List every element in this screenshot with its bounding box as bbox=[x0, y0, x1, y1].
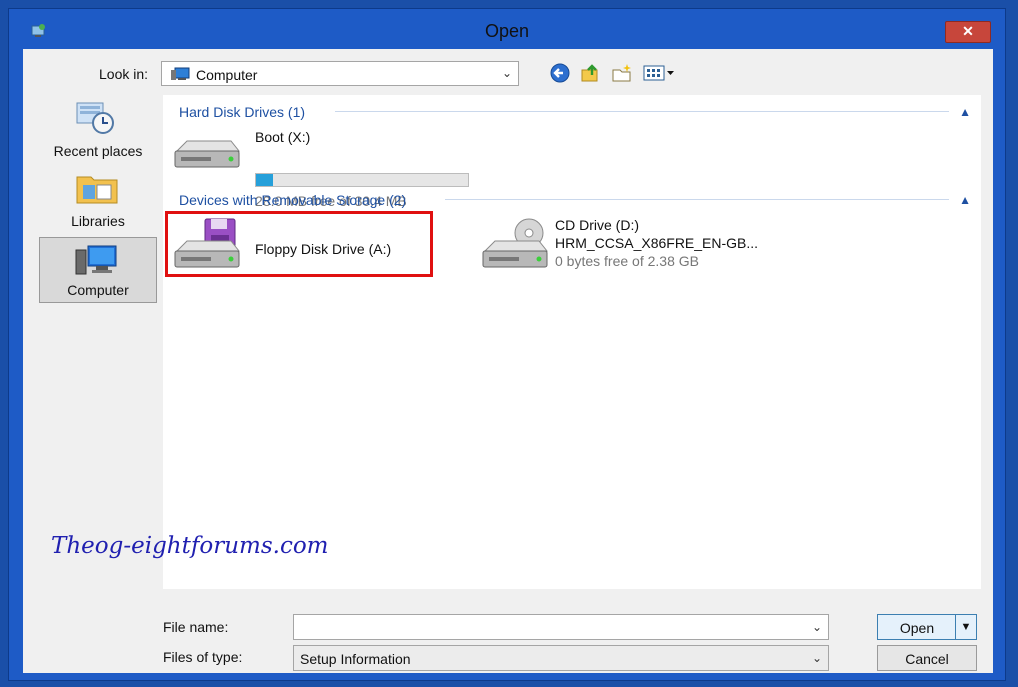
close-icon: ✕ bbox=[962, 23, 974, 39]
place-label: Recent places bbox=[53, 143, 143, 159]
title-bar: Open ✕ bbox=[9, 9, 1005, 49]
group-header-removable[interactable]: Devices with Removable Storage (2) bbox=[179, 192, 406, 208]
places-bar: Recent places Libraries Computer bbox=[39, 95, 159, 567]
file-name-input[interactable]: ⌄ bbox=[293, 614, 829, 640]
place-recent-places[interactable]: Recent places bbox=[39, 97, 157, 161]
drive-name: CD Drive (D:) bbox=[555, 217, 639, 233]
chevron-up-icon[interactable]: ▲ bbox=[959, 105, 971, 119]
files-of-type-value: Setup Information bbox=[300, 651, 411, 667]
place-label: Computer bbox=[67, 282, 129, 298]
file-name-label: File name: bbox=[163, 619, 229, 635]
dialog-client: Look in: Computer ⌄ Recent places Librar… bbox=[23, 49, 993, 673]
open-button[interactable]: Open ▼ bbox=[877, 614, 977, 640]
window-title: Open bbox=[484, 21, 530, 41]
open-dialog: Open ✕ Look in: Computer ⌄ Recent places… bbox=[8, 8, 1006, 681]
group-header-hard-disk[interactable]: Hard Disk Drives (1) bbox=[179, 104, 305, 120]
chevron-down-icon: ⌄ bbox=[811, 651, 822, 665]
chevron-down-icon: ⌄ bbox=[501, 66, 512, 80]
selection-highlight-box bbox=[165, 211, 433, 277]
place-computer[interactable]: Computer bbox=[39, 237, 157, 303]
place-label: Libraries bbox=[71, 213, 125, 229]
open-split-arrow-icon[interactable]: ▼ bbox=[955, 615, 976, 639]
computer-icon bbox=[74, 244, 120, 281]
libraries-icon bbox=[75, 171, 119, 208]
drive-usage-fill bbox=[256, 174, 273, 186]
watermark-text: Theog-eightforums.com bbox=[51, 533, 329, 559]
look-in-value: Computer bbox=[196, 67, 258, 83]
open-button-label: Open bbox=[899, 620, 935, 636]
files-of-type-label: Files of type: bbox=[163, 649, 243, 665]
back-icon[interactable] bbox=[549, 62, 571, 84]
drive-item-boot[interactable]: Boot (X:) 28.0 MB free of 30.4 MB bbox=[171, 125, 471, 209]
close-button[interactable]: ✕ bbox=[945, 21, 991, 43]
files-of-type-dropdown[interactable]: Setup Information ⌄ bbox=[293, 645, 829, 671]
file-list-view[interactable]: Hard Disk Drives (1) ▲ Boot (X:) 28.0 MB… bbox=[163, 95, 981, 589]
look-in-dropdown[interactable]: Computer ⌄ bbox=[161, 61, 519, 86]
group-divider bbox=[335, 111, 949, 112]
drive-volume-label: HRM_CCSA_X86FRE_EN-GB... bbox=[555, 235, 759, 251]
view-menu-icon[interactable] bbox=[643, 62, 675, 84]
cancel-button-label: Cancel bbox=[905, 651, 949, 667]
cancel-button[interactable]: Cancel bbox=[877, 645, 977, 671]
chevron-down-icon[interactable]: ⌄ bbox=[812, 620, 822, 634]
hard-disk-icon bbox=[171, 137, 241, 176]
look-in-label: Look in: bbox=[99, 66, 149, 82]
chevron-up-icon[interactable]: ▲ bbox=[959, 193, 971, 207]
drive-usage-bar bbox=[255, 173, 469, 187]
cd-drive-icon bbox=[479, 217, 549, 276]
computer-small-icon bbox=[170, 67, 190, 86]
drive-free-space: 0 bytes free of 2.38 GB bbox=[555, 253, 699, 269]
recent-places-icon bbox=[75, 101, 115, 138]
drive-item-cd[interactable]: CD Drive (D:) HRM_CCSA_X86FRE_EN-GB... 0… bbox=[479, 213, 799, 273]
new-folder-icon[interactable] bbox=[611, 62, 633, 84]
up-folder-icon[interactable] bbox=[579, 62, 601, 84]
group-divider bbox=[445, 199, 949, 200]
drive-name: Boot (X:) bbox=[255, 129, 311, 145]
place-libraries[interactable]: Libraries bbox=[39, 167, 157, 231]
